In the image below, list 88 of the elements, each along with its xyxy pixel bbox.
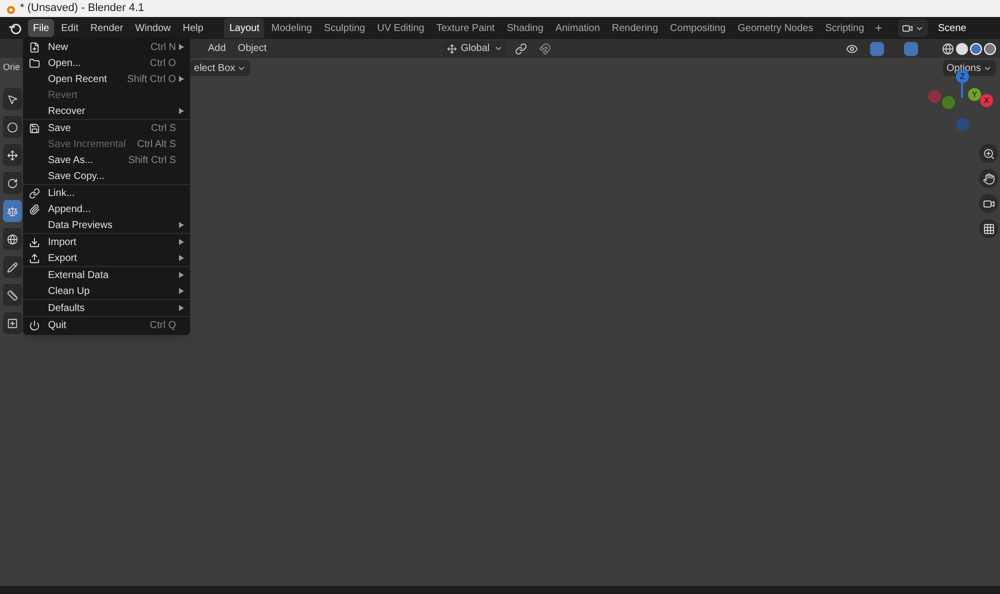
workspace-tab[interactable]: Sculpting	[318, 18, 370, 38]
submenu-arrow-icon	[179, 255, 184, 261]
workspace-tab[interactable]: Shading	[502, 18, 548, 38]
tool-button[interactable]	[3, 200, 22, 222]
menu-entry[interactable]: Open Recent Shift Ctrl O	[23, 71, 190, 87]
tool-icon	[7, 318, 18, 328]
menu-item-icon	[29, 58, 40, 68]
menu-item[interactable]: Window	[130, 19, 176, 37]
header-menu[interactable]: Add	[202, 41, 232, 56]
menu-entry[interactable]: Recover	[23, 103, 190, 119]
menu-item-icon	[29, 188, 40, 198]
menu-entry[interactable]: Save Copy...	[23, 168, 190, 184]
tool-button[interactable]	[3, 284, 22, 306]
menu-item-icon	[29, 320, 40, 330]
workspace-tab[interactable]: Animation	[550, 18, 605, 38]
menu-entry[interactable]: External Data	[23, 267, 190, 283]
tool-icon	[7, 262, 18, 272]
solid-shading-icon[interactable]	[956, 42, 968, 54]
submenu-arrow-icon	[179, 288, 184, 294]
window-title: * (Unsaved) - Blender 4.1	[20, 1, 144, 16]
workspace-tab[interactable]: Geometry Nodes	[732, 18, 818, 38]
material-shading-icon[interactable]	[970, 42, 982, 54]
tool-icon	[7, 94, 18, 104]
menu-entry[interactable]: Defaults	[23, 300, 190, 316]
menu-entry[interactable]: Data Previews	[23, 217, 190, 233]
grid-icon[interactable]	[979, 219, 998, 238]
hand-icon[interactable]	[979, 169, 998, 188]
menu-entry[interactable]: Clean Up	[23, 283, 190, 299]
workspace-tab[interactable]: Layout	[224, 18, 264, 38]
menu-item[interactable]: File	[28, 19, 54, 37]
add-workspace-button[interactable]: +	[871, 19, 886, 37]
select-mode-dropdown[interactable]: elect Box	[190, 60, 250, 76]
menu-item-icon	[29, 236, 40, 248]
rendered-shading-icon[interactable]	[984, 42, 996, 54]
menu-item-icon	[29, 252, 40, 264]
tool-button[interactable]	[3, 172, 22, 194]
tool-icon	[7, 234, 18, 244]
menu-entry[interactable]: Save As... Shift Ctrl S	[23, 152, 190, 168]
workspace-tab[interactable]: Texture Paint	[431, 18, 500, 38]
workspace-tab[interactable]: Modeling	[266, 18, 317, 38]
workspace-tab[interactable]: Scripting	[820, 18, 870, 38]
menu-entry[interactable]: Open... Ctrl O	[23, 55, 190, 71]
menu-entry[interactable]: Save Ctrl S	[23, 120, 190, 136]
workspace-tab[interactable]: UV Editing	[372, 18, 430, 38]
tool-icon	[7, 206, 18, 216]
menu-item-icon	[29, 204, 40, 214]
menu-entry[interactable]: Import	[23, 234, 190, 250]
caret-icon	[494, 44, 503, 53]
tool-button[interactable]	[3, 312, 22, 334]
tool-settings-label: Orie	[3, 61, 20, 74]
header-menu[interactable]: Object	[232, 41, 273, 56]
menu-entry[interactable]: New Ctrl N	[23, 39, 190, 55]
workspace-tab[interactable]: Rendering	[606, 18, 664, 38]
submenu-arrow-icon	[179, 239, 184, 245]
orientation-dropdown[interactable]: Global	[442, 40, 507, 56]
menu-entry[interactable]: Append...	[23, 201, 190, 217]
submenu-arrow-icon	[179, 272, 184, 278]
camera-icon[interactable]	[979, 194, 998, 213]
menu-item-icon	[29, 122, 40, 134]
wireframe-shading-icon[interactable]	[942, 42, 954, 54]
tool-icon	[7, 178, 18, 188]
tool-icon	[7, 150, 18, 160]
submenu-arrow-icon	[179, 76, 184, 82]
menu-entry[interactable]: Export	[23, 250, 190, 266]
submenu-arrow-icon	[179, 222, 184, 228]
submenu-arrow-icon	[179, 44, 184, 50]
menu-item[interactable]: Edit	[56, 19, 84, 37]
menu-entry[interactable]: Link...	[23, 185, 190, 201]
tool-button[interactable]	[3, 144, 22, 166]
scene-icon	[902, 22, 913, 34]
tool-button[interactable]	[3, 116, 22, 138]
tool-button[interactable]	[3, 256, 22, 278]
tool-icon	[7, 290, 18, 300]
submenu-arrow-icon	[179, 305, 184, 311]
menu-item[interactable]: Help	[178, 19, 208, 37]
tool-icon	[7, 122, 18, 132]
submenu-arrow-icon	[179, 108, 184, 114]
visibility-icon[interactable]	[846, 42, 858, 54]
zoom-icon[interactable]	[979, 144, 998, 163]
menu-entry[interactable]: Quit Ctrl Q	[23, 317, 190, 333]
tool-button[interactable]	[3, 88, 22, 110]
axes-icon	[446, 44, 457, 54]
workspace-tab[interactable]: Compositing	[665, 18, 731, 38]
scene-selector[interactable]	[898, 19, 928, 37]
menu-item[interactable]: Render	[85, 19, 128, 37]
blender-logo-icon[interactable]	[8, 21, 22, 35]
menu-item-icon	[29, 42, 40, 52]
tool-button[interactable]	[3, 228, 22, 250]
